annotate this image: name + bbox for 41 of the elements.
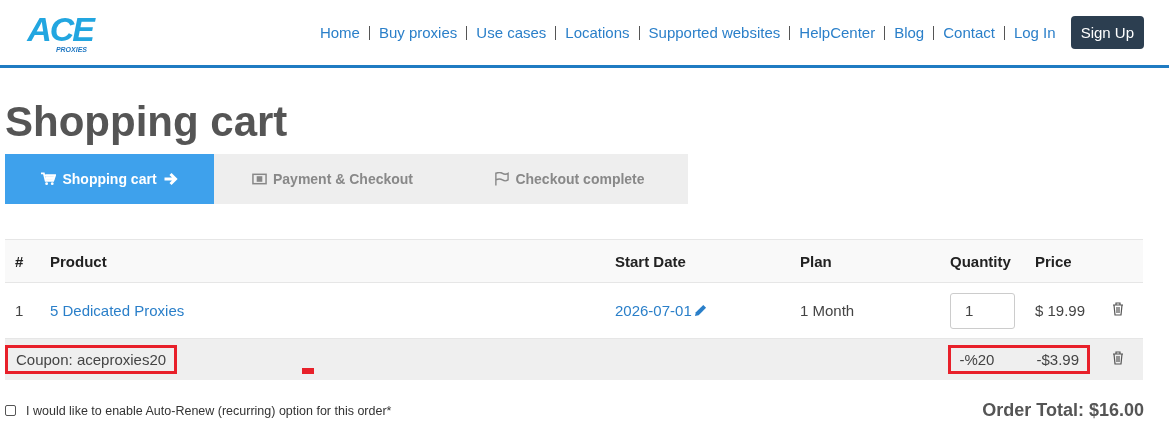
nav-link[interactable]: Use cases (476, 24, 547, 41)
column-header: Plan (799, 252, 833, 270)
nav-link[interactable]: Home (319, 24, 360, 41)
table-cell-text: 1 Month (799, 302, 856, 319)
logo-mark: ACE (27, 12, 93, 46)
page-title: Shopping cart (5, 97, 289, 147)
trash-icon[interactable] (1112, 351, 1124, 365)
nav-link[interactable]: Log In (1013, 24, 1056, 41)
column-header: Start Date (614, 252, 687, 270)
nav-link[interactable]: HelpCenter (799, 24, 876, 41)
checkout-step[interactable]: Payment & Checkout (214, 154, 451, 204)
order-total: Order Total: $16.00 (982, 400, 1144, 421)
auto-renew-label: I would like to enable Auto-Renew (recurring) option for this order* (26, 403, 392, 418)
nav-link[interactable]: Buy proxies (378, 24, 458, 41)
sign-up-button[interactable]: Sign Up (1070, 16, 1144, 49)
trash-icon[interactable] (1112, 302, 1124, 316)
checkbox[interactable] (5, 405, 16, 416)
annotation-mark (302, 367, 315, 374)
column-header: Product (49, 252, 108, 270)
table-cell-text: 1 (14, 302, 25, 319)
discount-percent: -%20 (959, 351, 995, 368)
nav-link[interactable]: Locations (565, 24, 630, 41)
pencil-icon (693, 304, 707, 317)
discount-amount: -$3.99 (1036, 351, 1079, 368)
column-header: Price (1034, 252, 1073, 270)
nav-link[interactable]: Contact (943, 24, 995, 41)
table-cell-text: $ 19.99 (1034, 302, 1087, 319)
quantity-field[interactable]: 1 (950, 292, 1015, 329)
start-date-link[interactable]: 2026-07-01 (615, 302, 707, 319)
checkout-step[interactable]: Checkout complete (451, 154, 688, 204)
nav-link[interactable]: Supported websites (648, 24, 781, 41)
column-header: Quantity (949, 252, 1012, 270)
flag-icon (494, 172, 510, 186)
column-header: # (14, 252, 25, 270)
checkout-step[interactable]: Shopping cart (5, 154, 214, 204)
banknote-icon (251, 172, 267, 186)
nav-link[interactable]: Blog (894, 24, 925, 41)
cart-icon (41, 172, 57, 186)
product-link[interactable]: 5 Dedicated Proxies (50, 302, 185, 319)
coupon-label: Coupon: aceproxies20 (5, 345, 178, 374)
arrow-right-icon (162, 172, 178, 186)
